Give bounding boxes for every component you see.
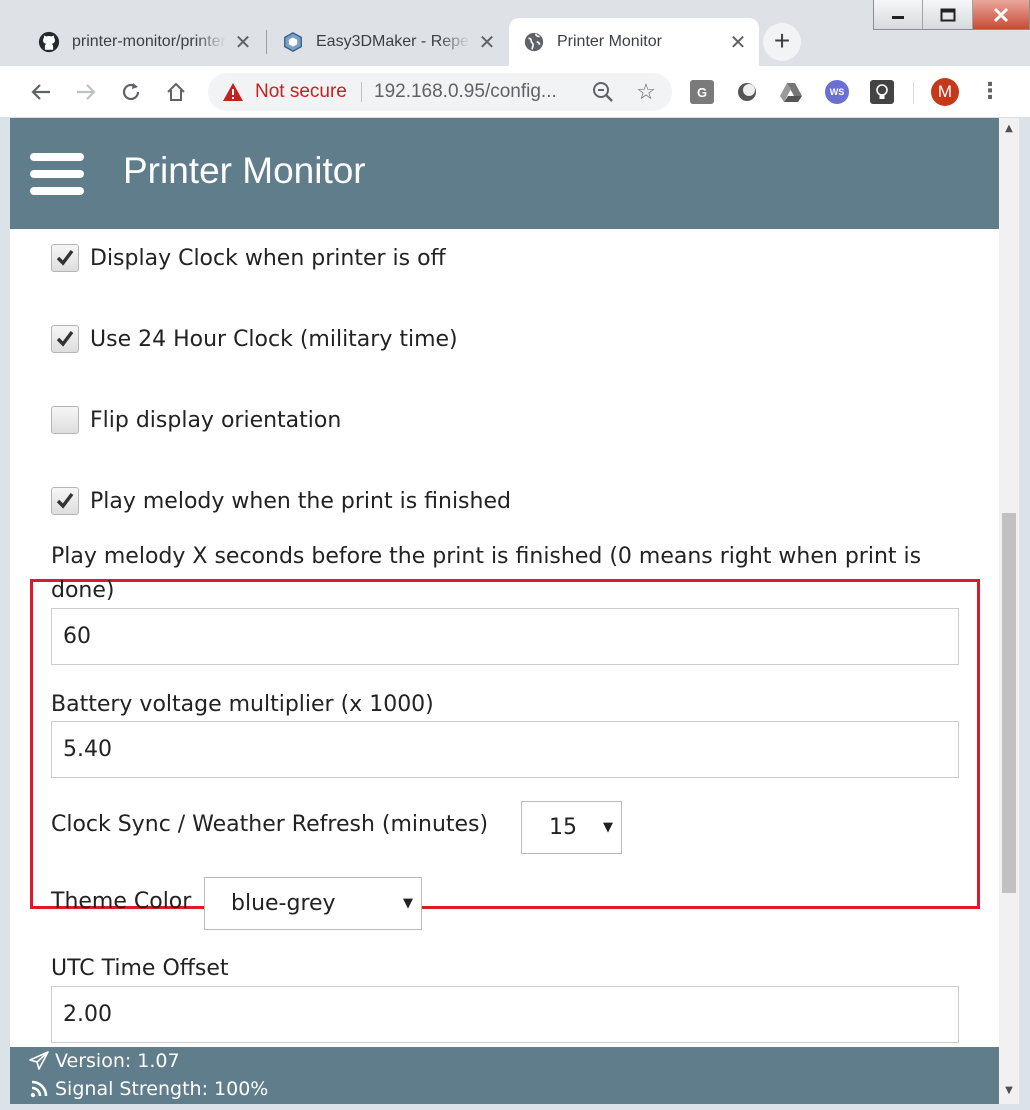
browser-toolbar: Not secure 192.168.0.95/config... ☆ G WS… (0, 66, 1030, 118)
back-icon[interactable] (27, 78, 55, 106)
app-footer: Version: 1.07 Signal Strength: 100% (10, 1047, 999, 1104)
warning-icon (222, 81, 244, 103)
extension-circle-icon[interactable] (735, 80, 759, 104)
menu-icon[interactable]: ⋮ (978, 78, 1002, 106)
forward-icon[interactable] (72, 78, 100, 106)
new-tab-button[interactable]: + (763, 23, 801, 61)
checkmark-icon (56, 492, 74, 509)
clock-sync-label: Clock Sync / Weather Refresh (minutes) (51, 812, 489, 837)
play-melody-row: Play melody when the print is finished (51, 486, 511, 516)
play-melody-checkbox[interactable] (51, 487, 79, 515)
tab-title: Printer Monitor (557, 33, 662, 50)
flip-display-checkbox[interactable] (51, 406, 79, 434)
reload-icon[interactable] (117, 78, 145, 106)
play-melody-label: Play melody when the print is finished (90, 488, 511, 514)
maximize-icon (940, 8, 956, 21)
toolbar-divider (913, 82, 914, 104)
extension-bulb-icon[interactable] (870, 80, 894, 104)
battery-multiplier-input[interactable]: 5.40 (51, 721, 959, 778)
url-text[interactable]: 192.168.0.95/config... (374, 81, 557, 103)
utc-offset-label: UTC Time Offset (51, 956, 229, 981)
close-icon[interactable]: ✕ (232, 31, 254, 54)
home-icon[interactable] (162, 78, 190, 106)
use-24h-checkbox[interactable] (51, 325, 79, 353)
window-frame (1019, 118, 1030, 1110)
extension-g-icon[interactable]: G (690, 80, 714, 104)
omnibox-divider (361, 82, 362, 102)
extension-ws-icon[interactable]: WS (825, 80, 849, 104)
clock-sync-value: 15 (549, 815, 577, 840)
minimize-icon (892, 15, 905, 19)
window-frame (0, 1104, 1030, 1110)
version-text: Version: 1.07 (55, 1050, 180, 1072)
theme-color-select[interactable]: blue-grey ▼ (204, 877, 422, 930)
security-status[interactable]: Not secure (255, 81, 347, 103)
dropdown-arrow-icon: ▼ (403, 896, 413, 911)
maximize-button[interactable] (923, 0, 973, 29)
flip-display-label: Flip display orientation (90, 407, 342, 433)
signal-text: Signal Strength: 100% (55, 1078, 269, 1100)
profile-avatar[interactable]: M (931, 78, 959, 106)
paper-plane-icon (29, 1051, 49, 1070)
app-header: Printer Monitor (10, 118, 999, 229)
bookmark-star-icon[interactable]: ☆ (632, 78, 660, 106)
battery-multiplier-label: Battery voltage multiplier (x 1000) (51, 692, 434, 717)
close-icon[interactable]: ✕ (476, 31, 498, 54)
scroll-up-icon[interactable]: ▲ (999, 120, 1019, 138)
tab-divider (266, 30, 267, 54)
signal-icon (30, 1080, 48, 1098)
clock-sync-select[interactable]: 15 ▼ (521, 801, 622, 854)
app-title: Printer Monitor (123, 150, 366, 191)
close-icon[interactable]: ✕ (727, 31, 749, 54)
easy3dmaker-icon (282, 31, 304, 53)
theme-color-label: Theme Color (51, 889, 192, 914)
tab-printer-monitor[interactable]: Printer Monitor ✕ (509, 18, 759, 66)
window-controls (873, 0, 1030, 30)
tab-title: Easy3DMaker - Repetier (316, 33, 470, 50)
theme-color-value: blue-grey (231, 891, 336, 916)
globe-icon (523, 31, 545, 53)
tab-easy3dmaker[interactable]: Easy3DMaker - Repetier ✕ (268, 18, 508, 66)
melody-seconds-label: Play melody X seconds before the print i… (51, 544, 922, 603)
use-24h-row: Use 24 Hour Clock (military time) (51, 324, 458, 354)
zoom-icon[interactable] (589, 78, 617, 106)
address-bar[interactable]: Not secure 192.168.0.95/config... ☆ (208, 73, 672, 111)
close-window-button[interactable] (972, 0, 1030, 29)
use-24h-label: Use 24 Hour Clock (military time) (90, 326, 458, 352)
page-scrollbar[interactable]: ▲ ▼ (999, 118, 1019, 1104)
display-clock-label: Display Clock when printer is off (90, 245, 446, 271)
github-icon (38, 31, 60, 53)
tab-printer-monitor-github[interactable]: printer-monitor/printer ✕ (24, 18, 264, 66)
flip-display-row: Flip display orientation (51, 405, 341, 435)
checkmark-icon (56, 249, 74, 266)
scrollbar-thumb[interactable] (1002, 513, 1016, 893)
signal-line: Signal Strength: 100% (29, 1078, 268, 1100)
checkmark-icon (56, 330, 74, 347)
tab-title: printer-monitor/printer (72, 33, 226, 50)
close-icon (993, 7, 1008, 22)
scroll-down-icon[interactable]: ▼ (999, 1082, 1019, 1100)
page-viewport: Printer Monitor Display Clock when print… (10, 118, 999, 1104)
dropdown-arrow-icon: ▼ (603, 820, 613, 835)
minimize-button[interactable] (874, 0, 924, 29)
hamburger-menu-icon[interactable] (30, 153, 84, 197)
display-clock-checkbox[interactable] (51, 244, 79, 272)
utc-offset-input[interactable]: 2.00 (51, 986, 959, 1043)
extension-drive-icon[interactable] (779, 80, 803, 104)
version-line: Version: 1.07 (29, 1050, 180, 1072)
melody-seconds-input[interactable]: 60 (51, 608, 959, 665)
display-clock-row: Display Clock when printer is off (51, 243, 446, 273)
